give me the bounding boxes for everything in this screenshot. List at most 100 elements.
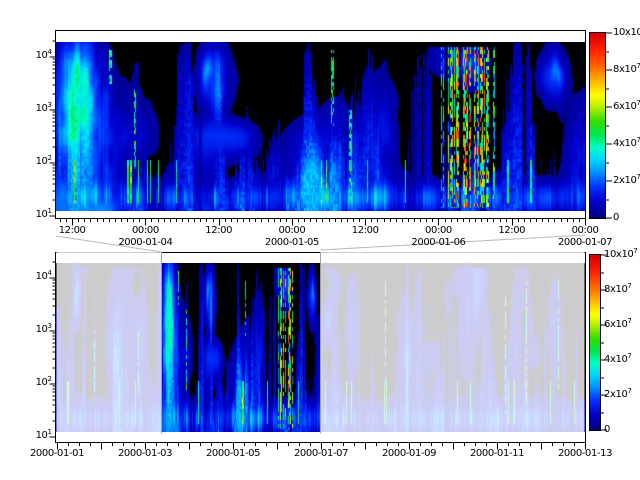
overview-x-tick-label: 2000-01-13 [558,449,612,459]
washout-right [321,252,585,434]
exponent: 1 [48,207,52,215]
mantissa: 2x10 [604,389,627,400]
x-tick-time-label: 12:00 [498,226,525,236]
mantissa: 10 [36,430,48,441]
x-tick-time-label: 12:00 [352,226,379,236]
mantissa: 10 [36,209,48,220]
y-tick-label: 103 [36,104,52,114]
mantissa: 00:00 [279,225,306,236]
colorbar-tick-label: 4x107 [604,355,632,365]
mantissa: 10 [36,324,48,335]
x-tick-date-label: 2000-01-06 [411,238,465,248]
overview-x-tick-label: 2000-01-11 [470,449,524,459]
exponent: 7 [636,173,640,181]
x-tick-time-label: 00:00 [572,226,599,236]
mantissa: 12:00 [59,225,86,236]
y-tick-label: 102 [36,157,52,167]
exponent: 4 [48,48,52,56]
mantissa: 12:00 [352,225,379,236]
exponent: 7 [627,317,631,325]
mantissa: 2000-01-05 [206,448,260,459]
colorbar-tick-label: 4x107 [613,139,640,149]
mantissa: 12:00 [498,225,525,236]
colorbar-tick-label: 6x107 [613,102,640,112]
mantissa: 10x10 [613,27,640,38]
mantissa: 00:00 [425,225,452,236]
axes-overlay [0,0,640,480]
mantissa: 2000-01-04 [118,237,172,248]
colorbar-tick-label: 10x107 [613,28,640,38]
mantissa: 2000-01-09 [382,448,436,459]
mantissa: 2000-01-06 [411,237,465,248]
colorbar-tick-label: 8x107 [613,65,640,75]
exponent: 4 [48,269,52,277]
mantissa: 10 [36,377,48,388]
y-tick-label: 104 [36,272,52,282]
mantissa: 2000-01-03 [118,448,172,459]
x-tick-date-label: 2000-01-07 [558,238,612,248]
mantissa: 4x10 [604,354,627,365]
exponent: 3 [48,101,52,109]
overview-x-tick-label: 2000-01-03 [118,449,172,459]
y-tick-label: 104 [36,51,52,61]
exponent: 7 [627,387,631,395]
colorbar-tick-label: 2x107 [613,176,640,186]
colorbar-bottom-ticks [601,255,608,430]
x-tick-date-label: 2000-01-05 [265,238,319,248]
mantissa: 2000-01-07 [294,448,348,459]
colorbar-tick-label: 8x107 [604,285,632,295]
mantissa: 2000-01-07 [558,237,612,248]
y-tick-label: 103 [36,325,52,335]
mantissa: 4x10 [613,138,636,149]
mantissa: 6x10 [613,101,636,112]
x-tick-time-label: 00:00 [425,226,452,236]
mantissa: 10 [36,271,48,282]
mantissa: 00:00 [572,225,599,236]
exponent: 7 [627,352,631,360]
mantissa: 0 [604,424,610,435]
exponent: 2 [48,154,52,162]
mantissa: 0 [613,212,619,223]
exponent: 2 [48,375,52,383]
mantissa: 2000-01-11 [470,448,524,459]
exponent: 7 [636,62,640,70]
mantissa: 00:00 [132,225,159,236]
exponent: 7 [636,136,640,144]
overview-x-tick-label: 2000-01-09 [382,449,436,459]
mantissa: 2000-01-01 [30,448,84,459]
overview-x-tick-label: 2000-01-07 [294,449,348,459]
x-tick-time-label: 12:00 [59,226,86,236]
top-plot-frame [56,31,586,219]
x-tick-time-label: 00:00 [279,226,306,236]
mantissa: 2x10 [613,175,636,186]
exponent: 7 [627,282,631,290]
overview-x-tick-label: 2000-01-05 [206,449,260,459]
mantissa: 10x10 [604,249,633,260]
y-tick-label: 101 [36,210,52,220]
y-tick-label: 101 [36,431,52,441]
mantissa: 2000-01-05 [265,237,319,248]
x-tick-date-label: 2000-01-04 [118,238,172,248]
colorbar-tick-label: 6x107 [604,320,632,330]
washout-left [57,252,162,434]
colorbar-top-ticks [606,33,613,218]
mantissa: 12:00 [205,225,232,236]
x-tick-time-label: 12:00 [205,226,232,236]
colorbar-tick-label: 10x107 [604,250,638,260]
colorbar-tick-label: 0 [604,425,610,435]
exponent: 7 [636,99,640,107]
spectrogram-browser-window: 12:00 00:00 2000-01-04 12:00 00:00 2000-01-05… [0,0,640,480]
exponent: 1 [48,428,52,436]
colorbar-bottom [590,255,600,430]
mantissa: 8x10 [604,284,627,295]
y-tick-label: 102 [36,378,52,388]
exponent: 3 [48,322,52,330]
x-tick-time-label: 00:00 [132,226,159,236]
mantissa: 10 [36,103,48,114]
colorbar-tick-label: 0 [613,213,619,223]
mantissa: 10 [36,156,48,167]
mantissa: 2000-01-13 [558,448,612,459]
mantissa: 6x10 [604,319,627,330]
exponent: 7 [633,247,637,255]
colorbar-top [590,33,605,218]
